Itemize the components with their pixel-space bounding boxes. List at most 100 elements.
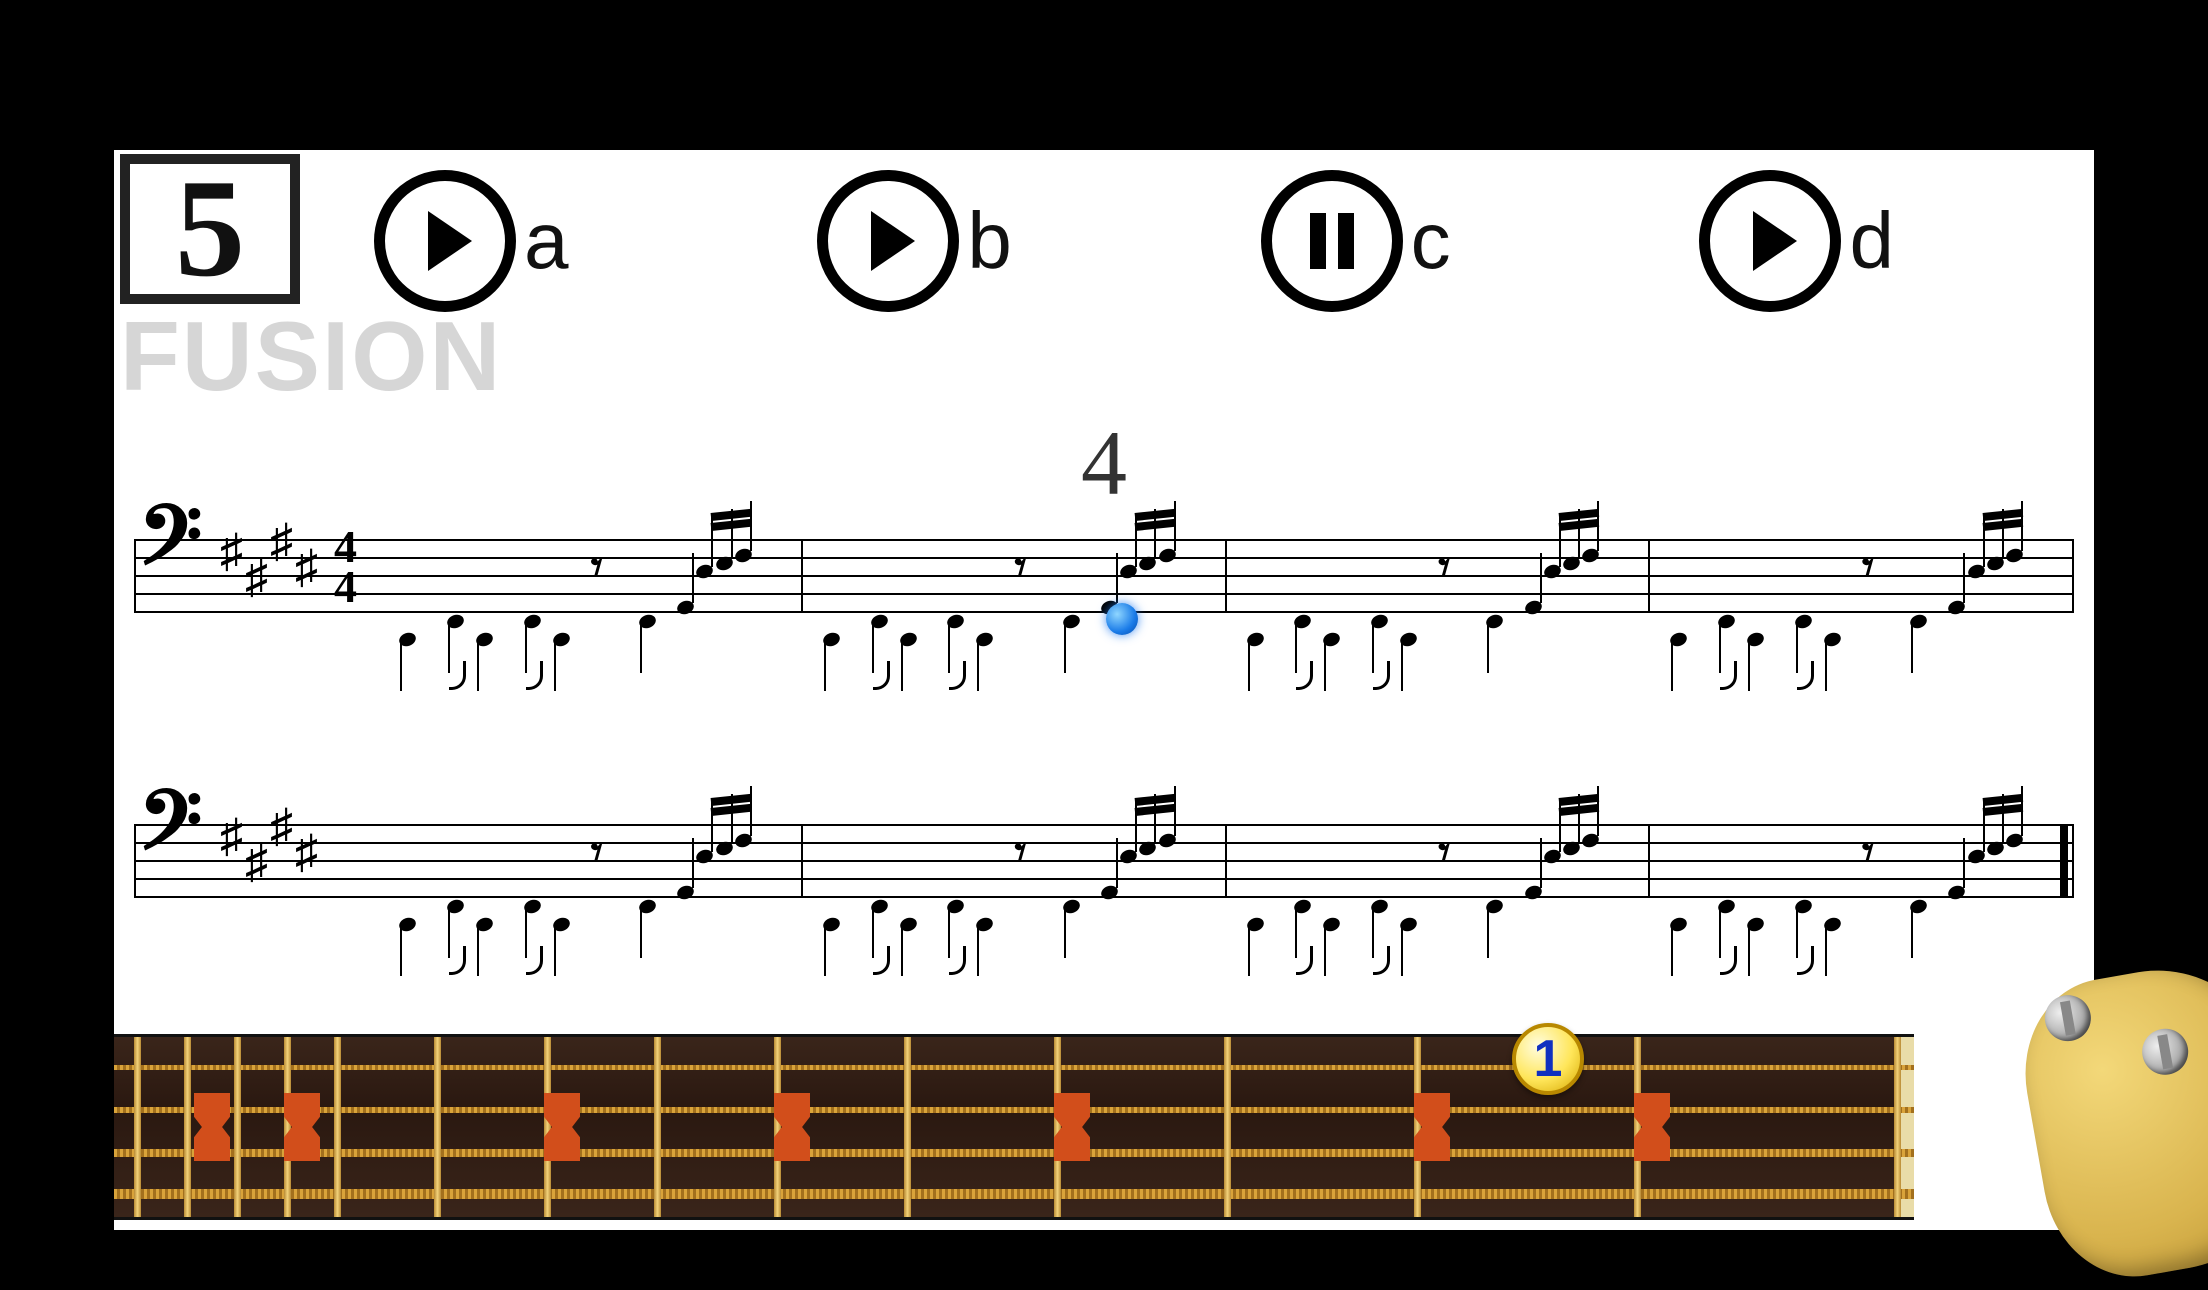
note-stem bbox=[1825, 926, 1827, 976]
note-stem bbox=[1487, 623, 1489, 673]
note-flag bbox=[1373, 946, 1390, 975]
play-button-d[interactable] bbox=[1699, 170, 1841, 312]
fret bbox=[184, 1037, 191, 1217]
variant-label-a: a bbox=[524, 195, 569, 287]
note-stem bbox=[400, 641, 402, 691]
fret bbox=[774, 1037, 781, 1217]
fret bbox=[1634, 1037, 1641, 1217]
play-icon bbox=[1753, 211, 1797, 271]
note-stem bbox=[1248, 641, 1250, 691]
note-stem bbox=[1911, 908, 1913, 958]
string-g[interactable] bbox=[114, 1065, 1914, 1070]
note-stem bbox=[1671, 926, 1673, 976]
note-stem bbox=[1324, 926, 1326, 976]
note-stem bbox=[977, 926, 979, 976]
note-flag bbox=[1720, 661, 1737, 690]
note-flag bbox=[1797, 661, 1814, 690]
note-stem bbox=[1748, 641, 1750, 691]
note-stem bbox=[1324, 641, 1326, 691]
play-icon bbox=[871, 211, 915, 271]
lesson-title: FUSION bbox=[120, 300, 502, 413]
fret bbox=[234, 1037, 241, 1217]
variant-label-c: c bbox=[1411, 195, 1451, 287]
play-button-a[interactable] bbox=[374, 170, 516, 312]
note-stem bbox=[824, 926, 826, 976]
note-stem bbox=[1401, 641, 1403, 691]
note-stem bbox=[692, 838, 694, 888]
note-stem bbox=[1540, 838, 1542, 888]
note-stem bbox=[1540, 553, 1542, 603]
note-stem bbox=[1911, 623, 1913, 673]
note-flag bbox=[1296, 661, 1313, 690]
note-stem bbox=[692, 553, 694, 603]
eighth-rest: 𝄾 bbox=[1862, 543, 1874, 593]
fret bbox=[334, 1037, 341, 1217]
note-stem bbox=[901, 641, 903, 691]
note-stem bbox=[400, 926, 402, 976]
variant-b: b bbox=[817, 170, 1012, 312]
fret bbox=[904, 1037, 911, 1217]
note-stem bbox=[1116, 553, 1118, 603]
variant-label-d: d bbox=[1849, 195, 1894, 287]
eighth-rest: 𝄾 bbox=[1862, 828, 1874, 878]
bass-headstock bbox=[2010, 950, 2208, 1290]
fret bbox=[1414, 1037, 1421, 1217]
note-stem bbox=[1671, 641, 1673, 691]
measure-counter: 4 bbox=[1081, 410, 1127, 516]
fret-marker bbox=[194, 1093, 230, 1161]
bass-fretboard[interactable]: 1 bbox=[114, 1034, 1914, 1220]
note-flag bbox=[949, 946, 966, 975]
staff-2: 𝄢 ♯♯♯♯ 𝄾𝄾𝄾𝄾 bbox=[134, 800, 2074, 940]
note-stem bbox=[1963, 553, 1965, 603]
app-stage: 5 FUSION a b c d 4 𝄢 ♯♯♯♯ 4 bbox=[114, 150, 2094, 1230]
play-button-b[interactable] bbox=[817, 170, 959, 312]
note-stem bbox=[640, 623, 642, 673]
note-flag bbox=[873, 661, 890, 690]
note-stem bbox=[901, 926, 903, 976]
note-stem bbox=[1748, 926, 1750, 976]
note-stem bbox=[1248, 926, 1250, 976]
finger-indicator: 1 bbox=[1512, 1023, 1584, 1095]
play-icon bbox=[428, 211, 472, 271]
note-stem bbox=[477, 641, 479, 691]
note-flag bbox=[449, 946, 466, 975]
fret bbox=[134, 1037, 141, 1217]
note-flag bbox=[449, 661, 466, 690]
eighth-rest: 𝄾 bbox=[1438, 828, 1450, 878]
note-flag bbox=[526, 661, 543, 690]
note-stem bbox=[977, 641, 979, 691]
staff-1: 𝄢 ♯♯♯♯ 4 4 𝄾𝄾𝄾𝄾 bbox=[134, 515, 2074, 655]
tuner-peg bbox=[2041, 992, 2094, 1045]
variant-label-b: b bbox=[967, 195, 1012, 287]
note-flag bbox=[949, 661, 966, 690]
note-stem bbox=[640, 908, 642, 958]
variant-d: d bbox=[1699, 170, 1894, 312]
pause-icon bbox=[1310, 213, 1354, 269]
fret bbox=[1224, 1037, 1231, 1217]
pause-button-c[interactable] bbox=[1261, 170, 1403, 312]
notation-row-2: 𝄢 ♯♯♯♯ 𝄾𝄾𝄾𝄾 bbox=[134, 800, 2074, 940]
note-stem bbox=[1116, 838, 1118, 888]
variant-a: a bbox=[374, 170, 569, 312]
note-stem bbox=[1825, 641, 1827, 691]
note-flag bbox=[1720, 946, 1737, 975]
string-e[interactable] bbox=[114, 1189, 1914, 1199]
notation-row-1: 𝄢 ♯♯♯♯ 4 4 𝄾𝄾𝄾𝄾 bbox=[134, 515, 2074, 655]
fret bbox=[284, 1037, 291, 1217]
note-stem bbox=[477, 926, 479, 976]
note-flag bbox=[526, 946, 543, 975]
lesson-number: 5 bbox=[175, 159, 245, 299]
notes-row-1: 𝄾𝄾𝄾𝄾 bbox=[134, 515, 2074, 655]
eighth-rest: 𝄾 bbox=[1015, 543, 1027, 593]
notes-row-2: 𝄾 𝄾 𝄾 𝄾 bbox=[134, 800, 2074, 940]
fret bbox=[544, 1037, 551, 1217]
eighth-rest: 𝄾 bbox=[1438, 543, 1450, 593]
fret bbox=[1894, 1037, 1901, 1217]
playback-cursor bbox=[1106, 603, 1138, 635]
note-flag bbox=[1296, 946, 1313, 975]
note-stem bbox=[1963, 838, 1965, 888]
note-stem bbox=[1401, 926, 1403, 976]
eighth-rest: 𝄾 bbox=[591, 828, 603, 878]
variant-play-row: a b c d bbox=[374, 170, 2054, 312]
eighth-rest: 𝄾 bbox=[1015, 828, 1027, 878]
